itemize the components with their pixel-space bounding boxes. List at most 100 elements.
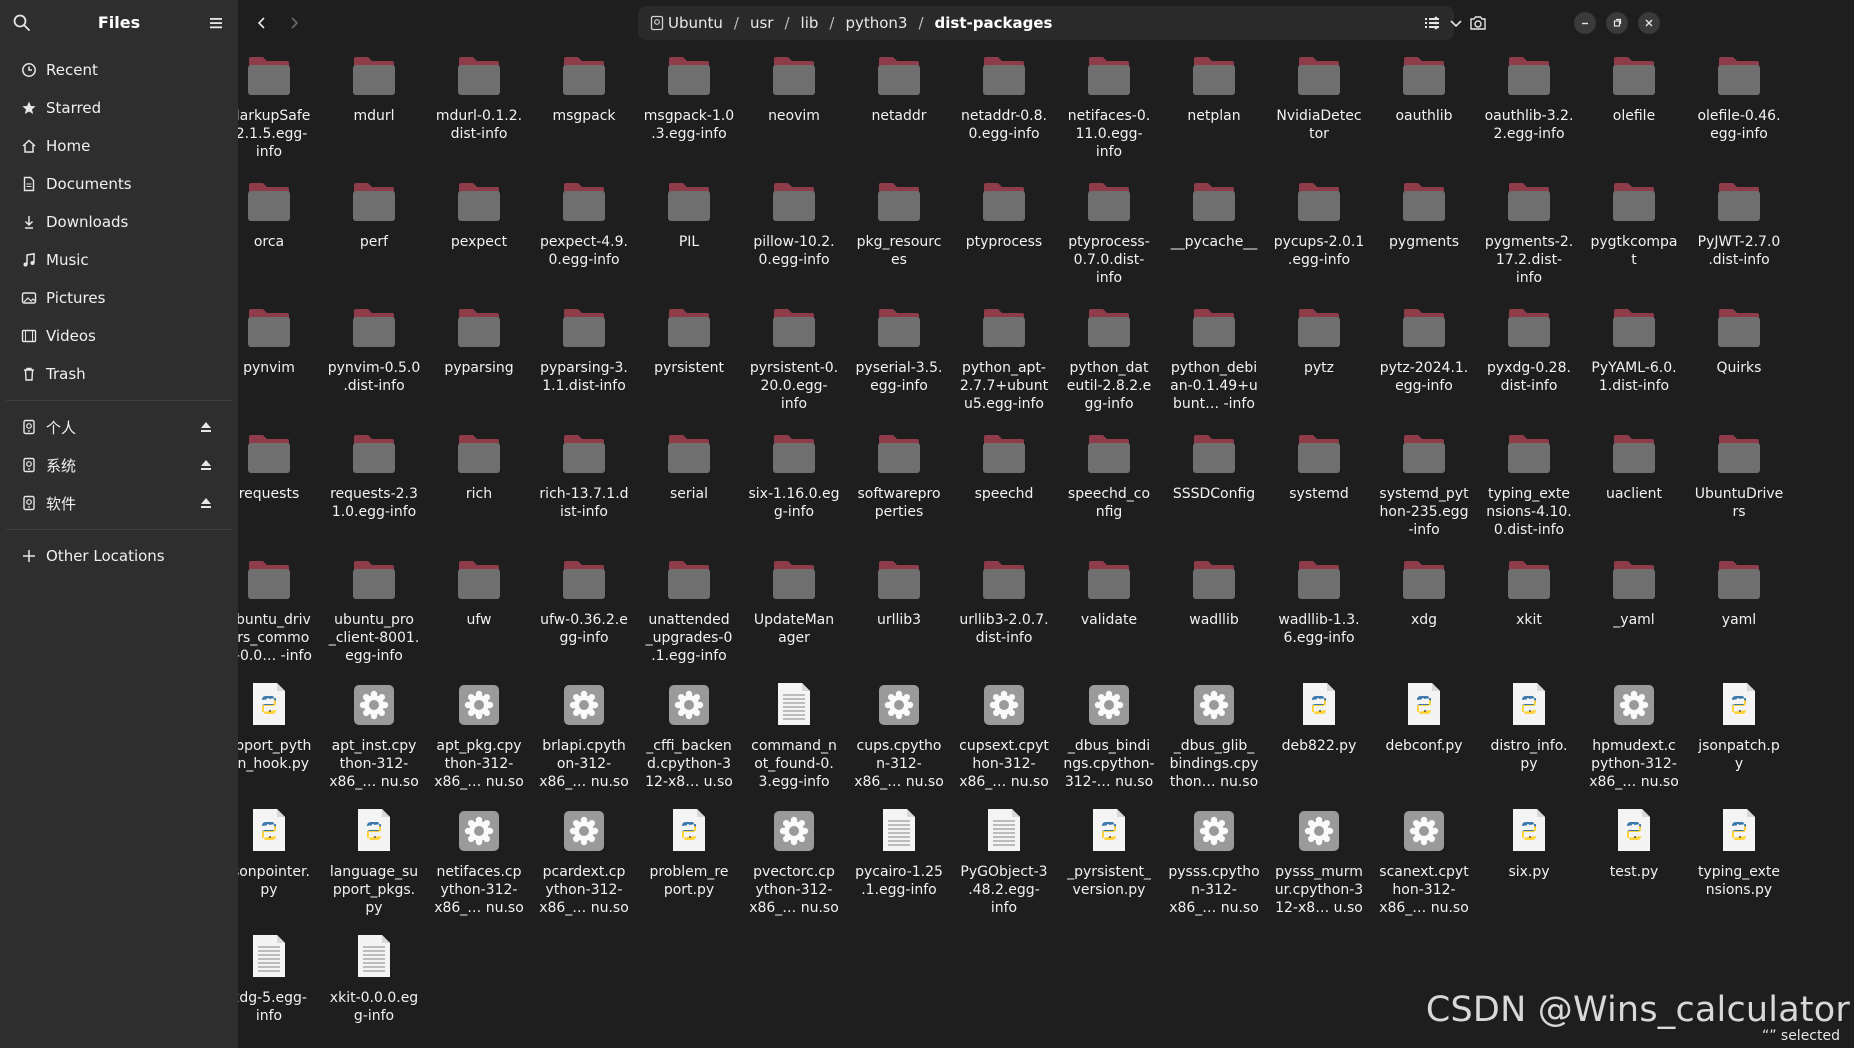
folder-item[interactable]: pyserial-3.5. egg-info: [849, 303, 949, 395]
folder-item[interactable]: requests: [238, 429, 319, 503]
folder-item[interactable]: oauthlib-3.2. 2.egg-info: [1479, 51, 1579, 143]
folder-item[interactable]: pexpect: [429, 177, 529, 251]
folder-item[interactable]: __pycache__: [1164, 177, 1264, 251]
folder-item[interactable]: olefile-0.46. egg-info: [1689, 51, 1789, 143]
folder-item[interactable]: ptyprocess: [954, 177, 1054, 251]
folder-item[interactable]: orca: [238, 177, 319, 251]
folder-item[interactable]: pyparsing-3. 1.1.dist-info: [534, 303, 634, 395]
folder-item[interactable]: PyJWT-2.7.0 .dist-info: [1689, 177, 1789, 269]
folder-item[interactable]: xkit: [1479, 555, 1579, 629]
folder-item[interactable]: oauthlib: [1374, 51, 1474, 125]
file-item[interactable]: apt_inst.cpy thon-312- x86_… nu.so: [324, 681, 424, 791]
file-item[interactable]: debconf.py: [1374, 681, 1474, 755]
eject-icon[interactable]: [200, 420, 212, 434]
folder-item[interactable]: pygments: [1374, 177, 1474, 251]
folder-item[interactable]: mdurl: [324, 51, 424, 125]
folder-item[interactable]: pygtkcompa t: [1584, 177, 1684, 269]
breadcrumb-current[interactable]: dist-packages: [924, 14, 1064, 32]
file-item[interactable]: command_n ot_found-0. 3.egg-info: [744, 681, 844, 791]
file-item[interactable]: apt_pkg.cpy thon-312- x86_… nu.so: [429, 681, 529, 791]
sidebar-item-mount-personal[interactable]: 个人: [0, 408, 238, 446]
folder-item[interactable]: yaml: [1689, 555, 1789, 629]
folder-item[interactable]: msgpack: [534, 51, 634, 125]
folder-item[interactable]: pycups-2.0.1 .egg-info: [1269, 177, 1369, 269]
folder-item[interactable]: mdurl-0.1.2. dist-info: [429, 51, 529, 143]
folder-item[interactable]: systemd: [1269, 429, 1369, 503]
folder-item[interactable]: validate: [1059, 555, 1159, 629]
sidebar-item-recent[interactable]: Recent: [0, 51, 238, 89]
folder-item[interactable]: ufw-0.36.2.e gg-info: [534, 555, 634, 647]
file-item[interactable]: distro_info. py: [1479, 681, 1579, 773]
sidebar-item-pictures[interactable]: Pictures: [0, 279, 238, 317]
file-item[interactable]: hpmudext.c python-312- x86_… nu.so: [1584, 681, 1684, 791]
minimize-button[interactable]: [1574, 12, 1596, 34]
sidebar-item-mount-software[interactable]: 软件: [0, 484, 238, 522]
folder-item[interactable]: python_dat eutil-2.8.2.e gg-info: [1059, 303, 1159, 413]
view-options-button[interactable]: [1444, 11, 1468, 35]
folder-item[interactable]: six-1.16.0.eg g-info: [744, 429, 844, 521]
maximize-button[interactable]: [1606, 12, 1628, 34]
folder-item[interactable]: serial: [639, 429, 739, 503]
file-item[interactable]: test.py: [1584, 807, 1684, 881]
sidebar-item-trash[interactable]: Trash: [0, 355, 238, 393]
folder-item[interactable]: speechd: [954, 429, 1054, 503]
folder-item[interactable]: xdg: [1374, 555, 1474, 629]
sidebar-item-music[interactable]: Music: [0, 241, 238, 279]
view-list-button[interactable]: [1420, 11, 1444, 35]
file-item[interactable]: problem_re port.py: [639, 807, 739, 899]
folder-item[interactable]: pytz: [1269, 303, 1369, 377]
breadcrumb-lib[interactable]: lib: [790, 14, 830, 32]
folder-item[interactable]: neovim: [744, 51, 844, 125]
folder-item[interactable]: uaclient: [1584, 429, 1684, 503]
folder-item[interactable]: pytz-2024.1. egg-info: [1374, 303, 1474, 395]
file-item[interactable]: six.py: [1479, 807, 1579, 881]
hamburger-menu-icon[interactable]: [206, 13, 226, 33]
folder-item[interactable]: pygments-2. 17.2.dist- info: [1479, 177, 1579, 287]
file-item[interactable]: apport_pyth on_hook.py: [238, 681, 319, 773]
file-item[interactable]: pvectorc.cp ython-312- x86_… nu.so: [744, 807, 844, 917]
sidebar-item-mount-system[interactable]: 系统: [0, 446, 238, 484]
file-item[interactable]: netifaces.cp ython-312- x86_… nu.so: [429, 807, 529, 917]
folder-item[interactable]: netplan: [1164, 51, 1264, 125]
folder-item[interactable]: netaddr-0.8. 0.egg-info: [954, 51, 1054, 143]
folder-item[interactable]: systemd_pyt hon-235.egg -info: [1374, 429, 1474, 539]
screenshot-button[interactable]: [1466, 11, 1490, 35]
folder-item[interactable]: Quirks: [1689, 303, 1789, 377]
close-button[interactable]: [1638, 12, 1660, 34]
file-item[interactable]: xkit-0.0.0.eg g-info: [324, 933, 424, 1025]
folder-item[interactable]: pynvim-0.5.0 .dist-info: [324, 303, 424, 395]
sidebar-item-downloads[interactable]: Downloads: [0, 203, 238, 241]
folder-item[interactable]: pynvim: [238, 303, 319, 377]
file-item[interactable]: language_su pport_pkgs. py: [324, 807, 424, 917]
file-item[interactable]: pysss_murm ur.cpython-3 12-x8… u.so: [1269, 807, 1369, 917]
folder-item[interactable]: ubuntu_driv ers_commo n-0.0… -info: [238, 555, 319, 665]
folder-item[interactable]: NvidiaDetec tor: [1269, 51, 1369, 143]
folder-item[interactable]: _yaml: [1584, 555, 1684, 629]
file-item[interactable]: deb822.py: [1269, 681, 1369, 755]
folder-item[interactable]: pyrsistent-0. 20.0.egg- info: [744, 303, 844, 413]
file-item[interactable]: cups.cpytho n-312- x86_… nu.so: [849, 681, 949, 791]
file-item[interactable]: typing_exte nsions.py: [1689, 807, 1789, 899]
folder-item[interactable]: pyparsing: [429, 303, 529, 377]
folder-item[interactable]: SSSDConfig: [1164, 429, 1264, 503]
sidebar-item-other-locations[interactable]: Other Locations: [0, 537, 238, 575]
folder-item[interactable]: UpdateMan ager: [744, 555, 844, 647]
sidebar-item-videos[interactable]: Videos: [0, 317, 238, 355]
file-item[interactable]: xdg-5.egg- info: [238, 933, 319, 1025]
file-item[interactable]: pycairo-1.25 .1.egg-info: [849, 807, 949, 899]
eject-icon[interactable]: [200, 458, 212, 472]
folder-item[interactable]: PyYAML-6.0. 1.dist-info: [1584, 303, 1684, 395]
folder-item[interactable]: unattended _upgrades-0 .1.egg-info: [639, 555, 739, 665]
folder-item[interactable]: speechd_co nfig: [1059, 429, 1159, 521]
file-item[interactable]: _cffi_backen d.cpython-3 12-x8… u.so: [639, 681, 739, 791]
folder-item[interactable]: rich: [429, 429, 529, 503]
folder-item[interactable]: urllib3-2.0.7. dist-info: [954, 555, 1054, 647]
eject-icon[interactable]: [200, 496, 212, 510]
breadcrumb-python3[interactable]: python3: [834, 14, 918, 32]
file-item[interactable]: cupsext.cpyt hon-312- x86_… nu.so: [954, 681, 1054, 791]
folder-item[interactable]: pillow-10.2. 0.egg-info: [744, 177, 844, 269]
file-item[interactable]: _dbus_glib_ bindings.cpy thon… nu.so: [1164, 681, 1264, 791]
folder-item[interactable]: softwarepro perties: [849, 429, 949, 521]
file-item[interactable]: jsonpointer. py: [238, 807, 319, 899]
folder-item[interactable]: requests-2.3 1.0.egg-info: [324, 429, 424, 521]
